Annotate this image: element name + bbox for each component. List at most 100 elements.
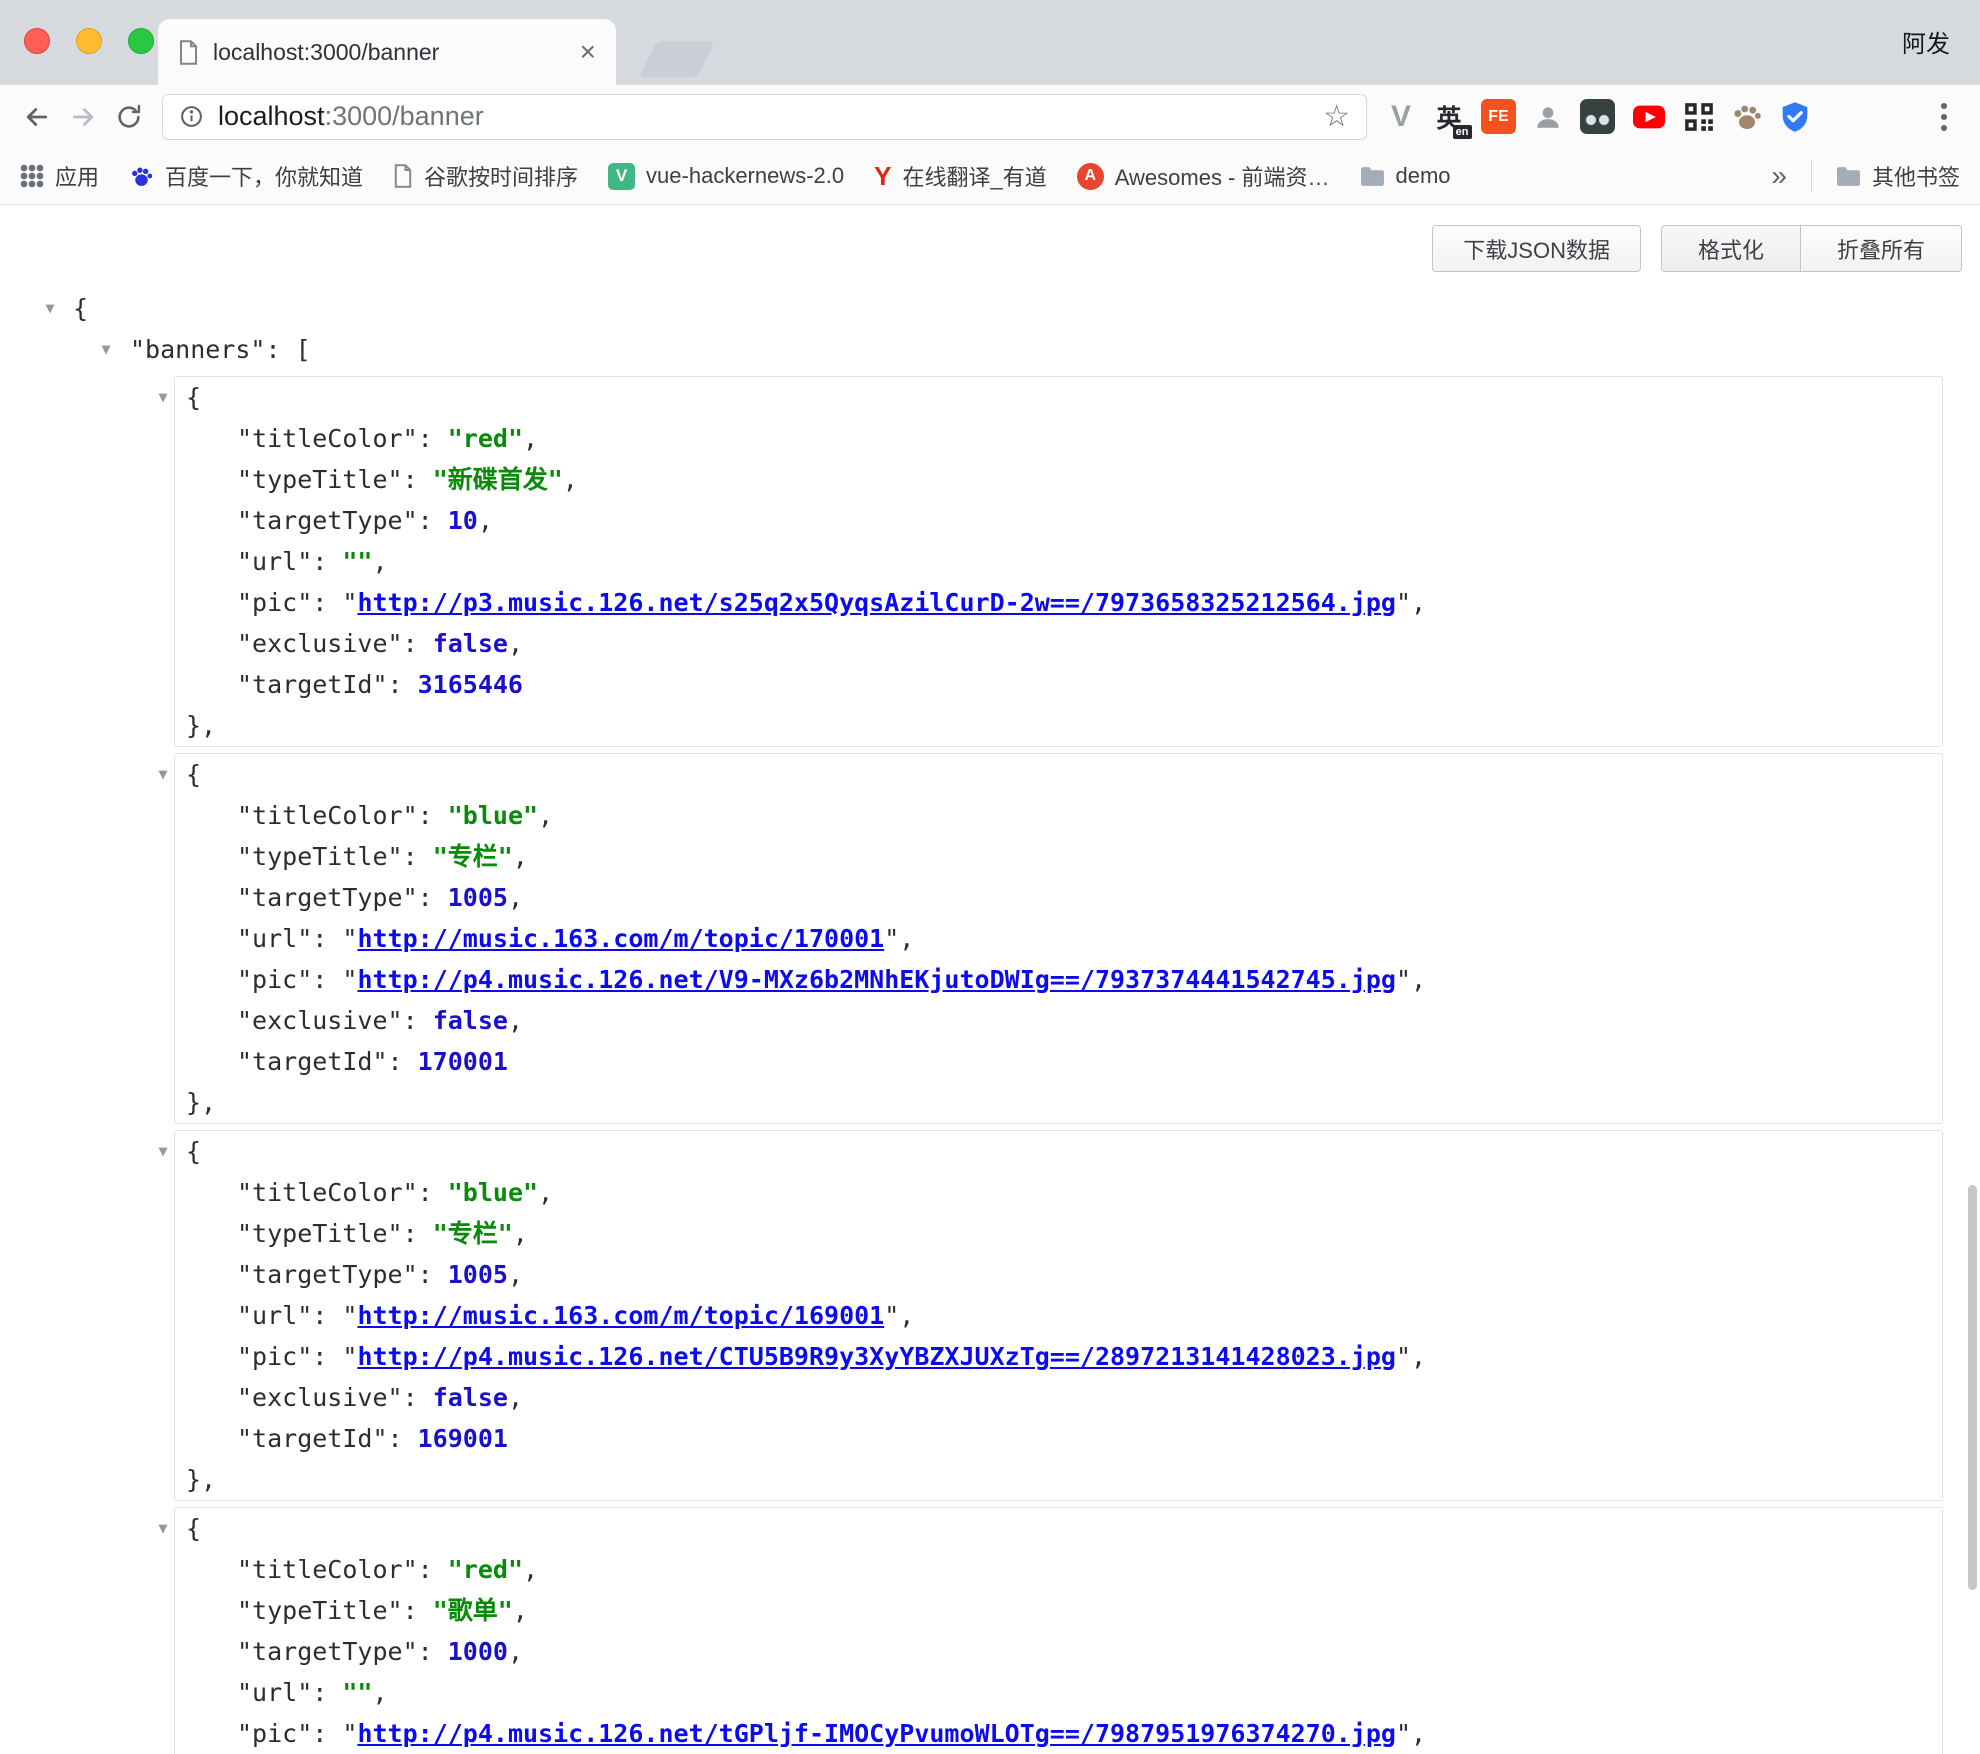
- json-token: :: [312, 1719, 342, 1748]
- json-line: "exclusive": false,: [175, 1000, 1942, 1041]
- json-token: :: [418, 1178, 448, 1207]
- bookmark-awesomes[interactable]: A Awesomes - 前端资…: [1077, 160, 1330, 192]
- collapse-triangle-icon[interactable]: ▼: [94, 329, 118, 370]
- translate-extension-icon[interactable]: 英en: [1433, 97, 1465, 137]
- window-controls: [24, 28, 154, 54]
- json-key: "exclusive": [237, 1383, 403, 1412]
- json-object-block: ▼{"titleColor": "blue","typeTitle": "专栏"…: [174, 1130, 1943, 1501]
- json-token: :: [312, 547, 342, 576]
- json-key: "pic": [237, 1719, 312, 1748]
- qr-code-extension-icon[interactable]: [1683, 97, 1715, 137]
- tab-close-icon[interactable]: ×: [580, 38, 596, 66]
- page-info-icon[interactable]: [179, 104, 204, 129]
- fehelper-extension-icon[interactable]: FE: [1481, 97, 1516, 137]
- json-url-link[interactable]: http://p4.music.126.net/tGPljf-IMOCyPvum…: [357, 1719, 1396, 1748]
- tab-title: localhost:3000/banner: [213, 39, 566, 66]
- json-token: :: [312, 588, 342, 617]
- youtube-extension-icon[interactable]: [1631, 97, 1667, 137]
- json-token: ,: [1411, 1719, 1426, 1748]
- json-token: ,: [508, 883, 523, 912]
- json-line: "typeTitle": "专栏",: [175, 1213, 1942, 1254]
- url-path: :3000/banner: [325, 101, 484, 131]
- json-key: "targetType": [237, 883, 418, 912]
- extensions-row: V 英en FE: [1385, 97, 1811, 137]
- json-token: :: [312, 1301, 342, 1330]
- profile-name: 阿发: [1902, 24, 1950, 59]
- json-number-value: false: [433, 1383, 508, 1412]
- json-key: "pic": [237, 588, 312, 617]
- bookmark-vue-hackernews[interactable]: V vue-hackernews-2.0: [608, 163, 844, 190]
- json-url-link[interactable]: http://music.163.com/m/topic/170001: [357, 924, 884, 953]
- bookmark-demo-folder[interactable]: demo: [1360, 163, 1451, 189]
- bookmark-label: demo: [1396, 163, 1451, 189]
- collapse-triangle-icon[interactable]: ▼: [38, 288, 62, 329]
- json-token: :: [388, 1424, 418, 1453]
- json-key: "targetId": [237, 1047, 388, 1076]
- json-url-link[interactable]: http://music.163.com/m/topic/169001: [357, 1301, 884, 1330]
- vue-devtools-icon[interactable]: V: [1385, 97, 1417, 137]
- json-token: :: [418, 1637, 448, 1666]
- json-token: :: [403, 465, 433, 494]
- format-button[interactable]: 格式化: [1661, 225, 1801, 272]
- json-token: ": [1396, 588, 1411, 617]
- address-bar[interactable]: localhost:3000/banner ☆: [162, 94, 1367, 140]
- json-token: ,: [538, 801, 553, 830]
- json-url-link[interactable]: http://p4.music.126.net/CTU5B9R9y3XyYBZX…: [357, 1342, 1396, 1371]
- json-token: ,: [523, 1555, 538, 1584]
- other-bookmarks-folder[interactable]: 其他书签: [1836, 160, 1960, 192]
- vue-icon: V: [608, 163, 635, 190]
- json-token: },: [186, 1465, 216, 1494]
- json-token: :: [403, 1596, 433, 1625]
- collapse-triangle-icon[interactable]: ▼: [151, 377, 175, 418]
- contacts-extension-icon[interactable]: [1532, 97, 1564, 137]
- json-token: {: [186, 760, 201, 789]
- bookmark-baidu[interactable]: 百度一下，你就知道: [129, 160, 363, 192]
- browser-menu-button[interactable]: [1922, 95, 1966, 139]
- bookmarks-overflow-chevron[interactable]: »: [1771, 162, 1787, 190]
- json-key: "titleColor": [237, 1178, 418, 1207]
- scrollbar-thumb[interactable]: [1968, 1185, 1977, 1590]
- bookmark-youdao-translate[interactable]: Y 在线翻译_有道: [874, 160, 1047, 192]
- collapse-triangle-icon[interactable]: ▼: [151, 1508, 175, 1549]
- collapse-triangle-icon[interactable]: ▼: [151, 1131, 175, 1172]
- json-number-value: false: [433, 1006, 508, 1035]
- json-token: :: [418, 883, 448, 912]
- paw-extension-icon[interactable]: [1731, 97, 1763, 137]
- json-url-link[interactable]: http://p3.music.126.net/s25q2x5QyqsAzilC…: [357, 588, 1396, 617]
- collapse-triangle-icon[interactable]: ▼: [151, 754, 175, 795]
- tampermonkey-extension-icon[interactable]: [1580, 97, 1615, 137]
- bookmark-google-sort[interactable]: 谷歌按时间排序: [393, 160, 578, 192]
- json-line: },: [175, 1459, 1942, 1500]
- collapse-all-button[interactable]: 折叠所有: [1800, 225, 1962, 272]
- bookmark-label: 其他书签: [1872, 160, 1960, 192]
- zoom-window-button[interactable]: [128, 28, 154, 54]
- json-token: ": [884, 1301, 899, 1330]
- json-string-value: "": [342, 547, 372, 576]
- json-url-link[interactable]: http://p4.music.126.net/V9-MXz6b2MNhEKju…: [357, 965, 1396, 994]
- json-line: "typeTitle": "歌单",: [175, 1590, 1942, 1631]
- bookmark-label: 谷歌按时间排序: [424, 160, 578, 192]
- json-string-value: "red": [448, 1555, 523, 1584]
- apps-grid-icon: [20, 164, 44, 188]
- json-key: "url": [237, 1301, 312, 1330]
- download-json-button[interactable]: 下载JSON数据: [1432, 225, 1641, 272]
- baidu-paw-icon: [129, 164, 154, 189]
- json-key: "typeTitle": [237, 1219, 403, 1248]
- json-key: "banners": [130, 335, 265, 364]
- browser-tab[interactable]: localhost:3000/banner ×: [158, 19, 616, 85]
- json-token: ,: [372, 1678, 387, 1707]
- folder-icon: [1836, 166, 1861, 187]
- bookmark-apps[interactable]: 应用: [20, 160, 99, 192]
- json-token: ,: [1411, 965, 1426, 994]
- json-token: ": [342, 1301, 357, 1330]
- url-text[interactable]: localhost:3000/banner: [218, 101, 484, 132]
- security-shield-extension-icon[interactable]: [1779, 97, 1811, 137]
- reload-button[interactable]: [106, 94, 152, 140]
- forward-button[interactable]: [60, 94, 106, 140]
- minimize-window-button[interactable]: [76, 28, 102, 54]
- new-tab-button[interactable]: [639, 41, 715, 77]
- back-button[interactable]: [14, 94, 60, 140]
- close-window-button[interactable]: [24, 28, 50, 54]
- bookmark-star-icon[interactable]: ☆: [1323, 102, 1350, 132]
- json-token: :: [403, 842, 433, 871]
